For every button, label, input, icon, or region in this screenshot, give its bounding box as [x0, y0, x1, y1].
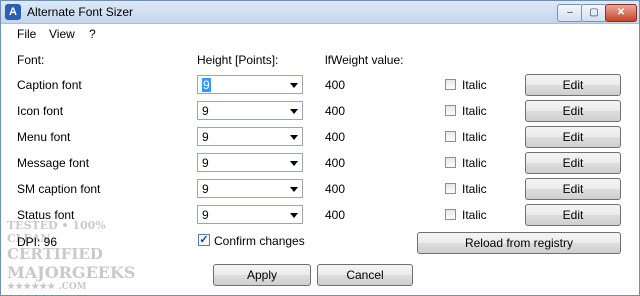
font-label-icon: Icon font	[17, 104, 64, 118]
app-window: A Alternate Font Sizer – ▢ ✕ File View ?…	[0, 0, 640, 296]
app-icon[interactable]: A	[5, 4, 21, 20]
weight-value-message: 400	[325, 156, 346, 170]
chevron-down-icon	[290, 83, 298, 88]
menu-help[interactable]: ?	[89, 27, 96, 41]
edit-button-icon[interactable]: Edit	[525, 100, 621, 122]
close-button[interactable]: ✕	[605, 4, 637, 22]
font-label-caption: Caption font	[17, 78, 82, 92]
font-label-sm-caption: SM caption font	[17, 182, 101, 196]
majorgeeks-watermark-logo: TESTED • 100% CLEAN CERTIFIED MAJORGEEKS…	[3, 219, 143, 295]
edit-button-status[interactable]: Edit	[525, 204, 621, 226]
menu-view[interactable]: View	[49, 27, 75, 41]
height-select-icon[interactable]: 9	[197, 101, 303, 120]
italic-checkbox-sm-caption[interactable]	[445, 183, 456, 194]
edit-button-sm-caption[interactable]: Edit	[525, 178, 621, 200]
height-value: 9	[202, 78, 211, 92]
weight-value-menu: 400	[325, 130, 346, 144]
edit-button-caption[interactable]: Edit	[525, 74, 621, 96]
chevron-down-icon	[290, 161, 298, 166]
weight-value-status: 400	[325, 208, 346, 222]
font-label-menu: Menu font	[17, 130, 71, 144]
chevron-down-icon	[290, 187, 298, 192]
italic-label: Italic	[462, 130, 487, 144]
italic-checkbox-icon[interactable]	[445, 105, 456, 116]
italic-checkbox-message[interactable]	[445, 157, 456, 168]
height-header: Height [Points]:	[197, 53, 279, 67]
height-select-caption[interactable]: 9	[197, 75, 303, 94]
menu-file[interactable]: File	[17, 27, 36, 41]
watermark-line-4: ★★★★★★ .COM	[7, 282, 87, 292]
confirm-changes-checkbox[interactable]: ✓	[198, 234, 210, 246]
height-value: 9	[202, 156, 209, 170]
apply-button[interactable]: Apply	[213, 264, 311, 286]
edit-button-menu[interactable]: Edit	[525, 126, 621, 148]
italic-checkbox-caption[interactable]	[445, 79, 456, 90]
weight-value-caption: 400	[325, 78, 346, 92]
height-select-menu[interactable]: 9	[197, 127, 303, 146]
font-label-status: Status font	[17, 208, 75, 222]
window-title: Alternate Font Sizer	[27, 5, 134, 19]
italic-label: Italic	[462, 208, 487, 222]
height-select-sm-caption[interactable]: 9	[197, 179, 303, 198]
chevron-down-icon	[290, 135, 298, 140]
height-select-message[interactable]: 9	[197, 153, 303, 172]
weight-header: lfWeight value:	[325, 53, 404, 67]
minimize-button[interactable]: –	[557, 4, 583, 22]
height-value: 9	[202, 182, 209, 196]
edit-button-message[interactable]: Edit	[525, 152, 621, 174]
italic-label: Italic	[462, 78, 487, 92]
menu-bar: File View ?	[1, 24, 639, 43]
italic-label: Italic	[462, 156, 487, 170]
dpi-label: DPI: 96	[17, 235, 58, 249]
cancel-button[interactable]: Cancel	[317, 264, 413, 286]
chevron-down-icon	[290, 213, 298, 218]
height-value: 9	[202, 208, 209, 222]
height-value: 9	[202, 130, 209, 144]
italic-checkbox-menu[interactable]	[445, 131, 456, 142]
reload-from-registry-button[interactable]: Reload from registry	[417, 232, 621, 254]
height-select-status[interactable]: 9	[197, 205, 303, 224]
confirm-changes-label: Confirm changes	[214, 234, 305, 248]
font-header: Font:	[17, 53, 45, 67]
weight-value-icon: 400	[325, 104, 346, 118]
title-bar[interactable]: A Alternate Font Sizer – ▢ ✕	[1, 1, 639, 24]
italic-label: Italic	[462, 182, 487, 196]
italic-label: Italic	[462, 104, 487, 118]
italic-checkbox-status[interactable]	[445, 209, 456, 220]
watermark-line-3: MAJORGEEKS	[7, 263, 136, 282]
maximize-button[interactable]: ▢	[581, 4, 607, 22]
chevron-down-icon	[290, 109, 298, 114]
font-label-message: Message font	[17, 156, 90, 170]
height-value: 9	[202, 104, 209, 118]
weight-value-sm-caption: 400	[325, 182, 346, 196]
